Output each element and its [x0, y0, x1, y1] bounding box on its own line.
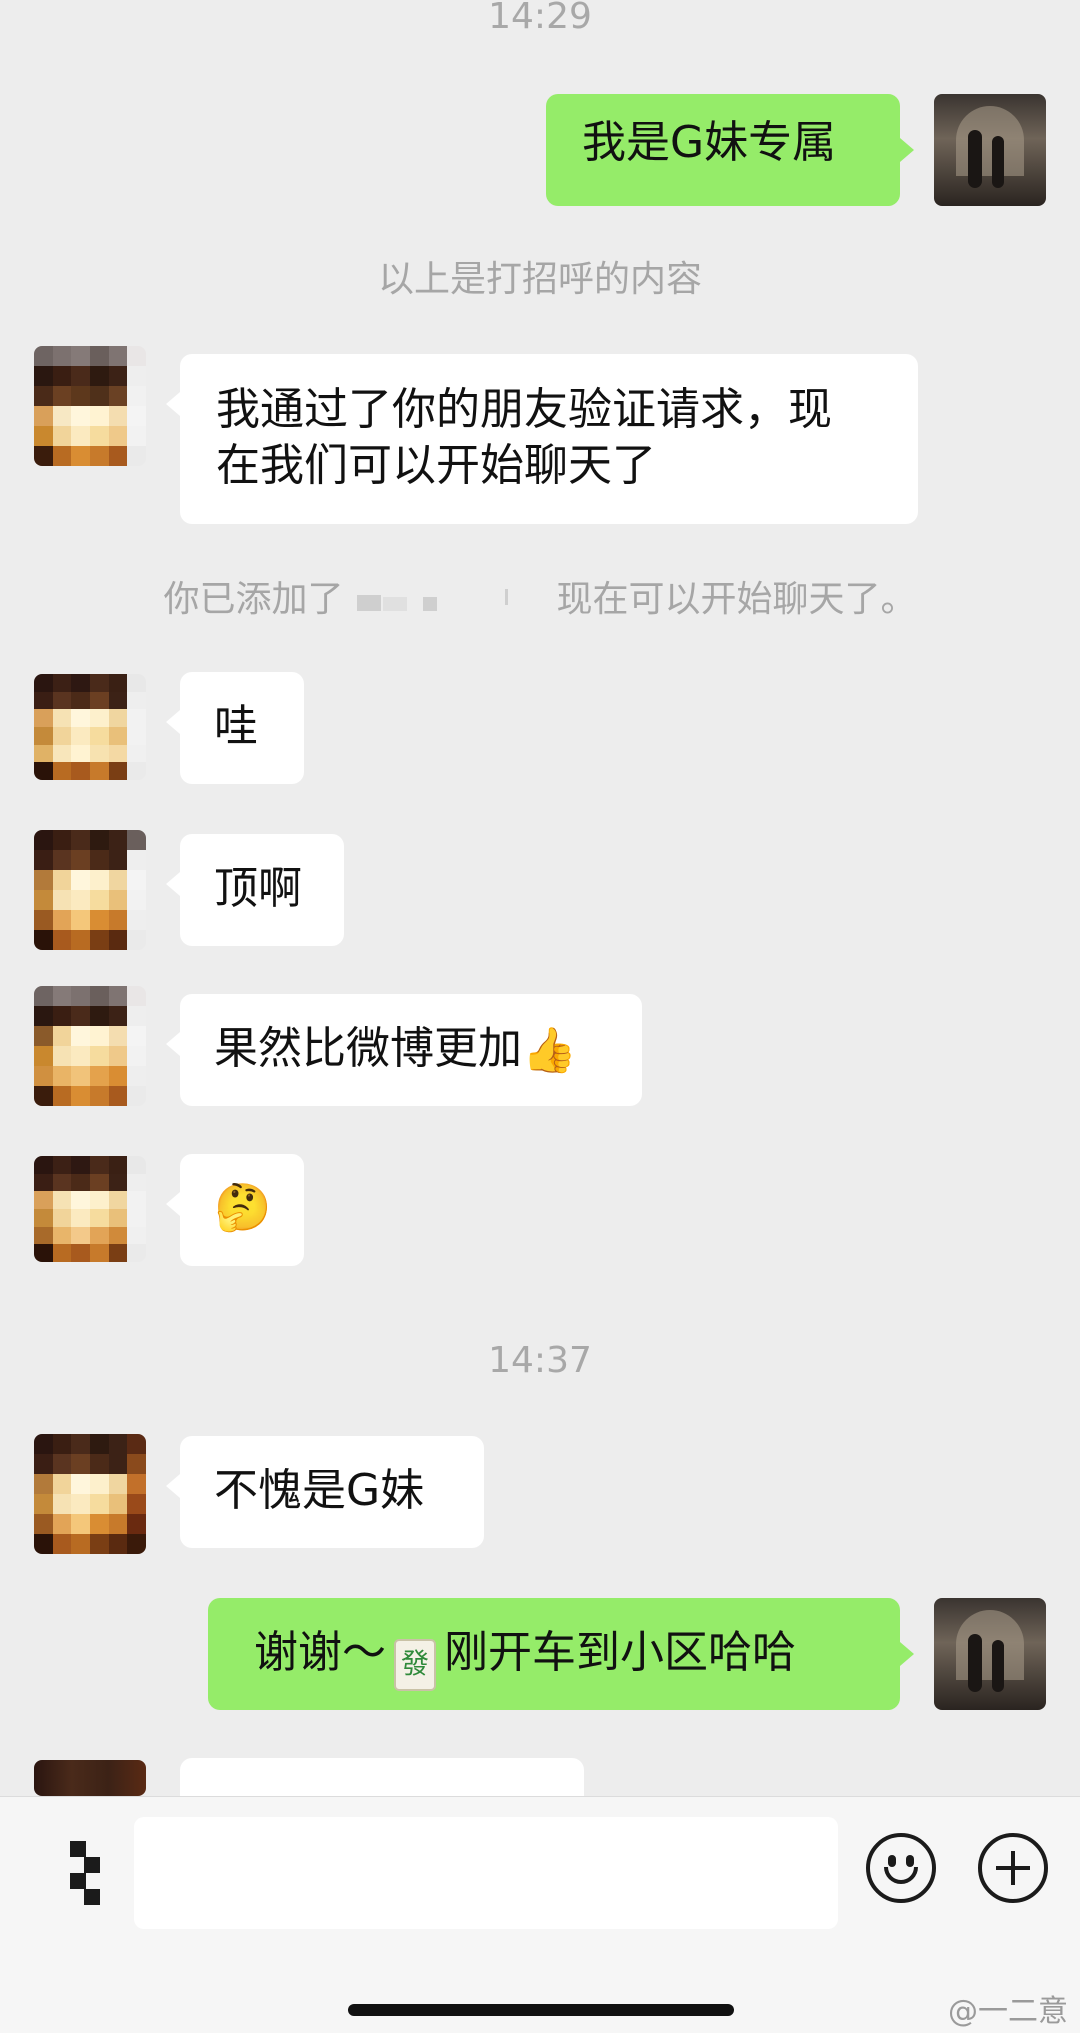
chat-input-bar	[0, 1796, 1080, 2033]
message-text: 哇	[214, 701, 258, 752]
message-text-line: 我通过了你的朋友验证请求，现	[216, 384, 832, 435]
message-text: 谢谢～	[254, 1627, 386, 1678]
thumbs-up-emoji-icon: 👍	[522, 1025, 577, 1076]
timestamp: 14:37	[488, 1340, 592, 1381]
contact-avatar[interactable]	[34, 1760, 146, 1796]
message-bubble-incoming[interactable]: 果然比微博更加👍	[166, 994, 642, 1106]
message-text: 顶啊	[214, 863, 302, 914]
message-text-line: 在我们可以开始聊天了	[216, 440, 656, 491]
system-notice-suffix: 现在可以开始聊天了。	[556, 579, 917, 620]
message-bubble-incoming[interactable]: 我通过了你的朋友验证请求，现 在我们可以开始聊天了	[166, 354, 918, 524]
my-avatar[interactable]	[934, 94, 1046, 206]
mahjong-tile-emoji-icon: 發	[394, 1639, 436, 1691]
message-bubble-incoming[interactable]: 顶啊	[166, 834, 344, 946]
thinking-face-emoji-icon: 🤔	[214, 1180, 272, 1234]
timestamp: 14:29	[488, 0, 592, 37]
plus-icon[interactable]	[978, 1833, 1048, 1903]
message-text: 果然比微博更加	[214, 1023, 522, 1074]
contact-avatar[interactable]	[34, 830, 146, 950]
message-bubble-incoming[interactable]: 不愧是G妹	[166, 1436, 484, 1548]
message-bubble-incoming[interactable]: 哇	[166, 672, 304, 784]
contact-avatar[interactable]	[34, 1434, 146, 1554]
message-bubble-outgoing[interactable]: 谢谢～發刚开车到小区哈哈	[208, 1598, 914, 1710]
contact-avatar[interactable]	[34, 674, 146, 780]
contact-avatar[interactable]	[34, 346, 146, 466]
contact-avatar[interactable]	[34, 986, 146, 1106]
message-input[interactable]	[134, 1817, 838, 1929]
home-indicator[interactable]	[348, 2004, 734, 2016]
system-notice: 以上是打招呼的内容	[377, 259, 702, 300]
my-avatar[interactable]	[934, 1598, 1046, 1710]
message-text: 刚开车到小区哈哈	[444, 1627, 796, 1678]
message-bubble-incoming[interactable]: 🤔	[166, 1154, 304, 1266]
message-text: 不愧是G妹	[214, 1465, 425, 1516]
watermark: @一二意	[948, 1994, 1068, 2029]
contact-avatar[interactable]	[34, 1156, 146, 1262]
emoji-icon[interactable]	[866, 1833, 936, 1903]
system-notice-added: 你已添加了 现在可以开始聊天了。	[0, 570, 1080, 622]
message-bubble-outgoing[interactable]: 我是G妹专属	[546, 94, 914, 206]
redacted-name	[355, 585, 545, 615]
system-notice-prefix: 你已添加了	[163, 579, 344, 620]
voice-icon[interactable]	[62, 1831, 114, 1911]
message-text: 我是G妹专属	[582, 117, 837, 168]
